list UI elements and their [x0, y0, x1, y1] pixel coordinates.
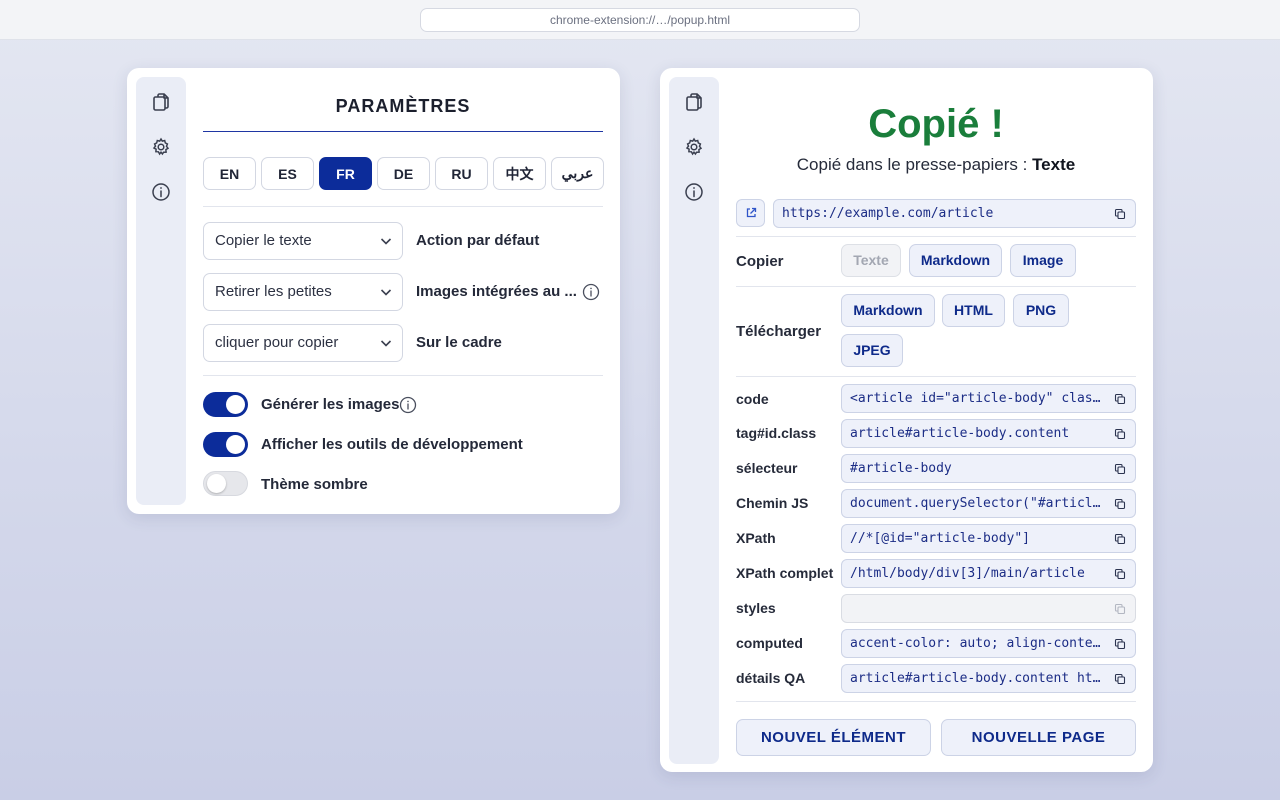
divider [203, 206, 603, 207]
info-icon[interactable] [582, 283, 600, 301]
lang-button-es[interactable]: ES [261, 157, 314, 190]
detail-label-styles: styles [736, 600, 776, 616]
detail-field-xpath[interactable]: //*[@id="article-body"] [841, 524, 1136, 553]
external-link-icon [746, 207, 757, 218]
divider [736, 236, 1136, 237]
success-title: Copié ! [868, 102, 1004, 146]
download-jpeg-button[interactable]: JPEG [841, 334, 903, 367]
title-underline [203, 131, 603, 132]
divider [736, 376, 1136, 377]
language-selector: EN ES FR DE RU 中文 عربي [203, 157, 604, 190]
copy-icon[interactable] [1114, 673, 1126, 685]
frame-click-select[interactable]: cliquer pour copier [203, 324, 403, 362]
side-rail [669, 77, 719, 764]
copied-format: Texte [1032, 155, 1076, 174]
select-value: Copier le texte [215, 232, 312, 249]
copied-subtitle: Copié dans le presse-papiers : Texte [796, 155, 1076, 174]
detail-field-styles[interactable] [841, 594, 1136, 623]
divider [736, 286, 1136, 287]
divider [203, 375, 603, 376]
select-value: Retirer les petites [215, 283, 332, 300]
gear-icon[interactable] [684, 137, 704, 157]
dev-tools-toggle[interactable] [203, 432, 248, 457]
copy-icon[interactable] [151, 92, 171, 112]
copy-icon[interactable] [1114, 463, 1126, 475]
page-title: PARAMÈTRES [335, 96, 471, 116]
info-icon[interactable] [151, 182, 171, 202]
chevron-down-icon [380, 289, 392, 296]
copy-icon[interactable] [1114, 498, 1126, 510]
detail-field-tag[interactable]: article#article-body.content [841, 419, 1136, 448]
divider [736, 701, 1136, 702]
copy-icon[interactable] [1114, 428, 1126, 440]
detail-label-qa: détails QA [736, 670, 806, 686]
download-markdown-button[interactable]: Markdown [841, 294, 935, 327]
copy-label: Copier [736, 253, 784, 270]
detail-field-js-path[interactable]: document.querySelector("#article-body") [841, 489, 1136, 518]
copy-icon[interactable] [1114, 393, 1126, 405]
address-bar[interactable]: chrome-extension://…/popup.html [420, 8, 860, 32]
download-html-button[interactable]: HTML [942, 294, 1005, 327]
detail-label-selector: sélecteur [736, 460, 798, 476]
dev-tools-label: Afficher les outils de développement [261, 436, 523, 453]
lang-button-en[interactable]: EN [203, 157, 256, 190]
detail-label-js-path: Chemin JS [736, 495, 809, 511]
detail-label-code: code [736, 391, 769, 407]
detail-label-tag: tag#id.class [736, 425, 817, 441]
info-icon[interactable] [399, 396, 417, 414]
detail-label-full-xpath: XPath complet [736, 565, 834, 581]
detail-field-qa[interactable]: article#article-body.content https://exa… [841, 664, 1136, 693]
download-png-button[interactable]: PNG [1013, 294, 1069, 327]
download-label: Télécharger [736, 323, 822, 340]
new-page-button[interactable]: NOUVELLE PAGE [941, 719, 1136, 756]
copy-text-button[interactable]: Texte [841, 244, 901, 277]
default-action-label: Action par défaut [416, 232, 540, 249]
embedded-images-select[interactable]: Retirer les petites [203, 273, 403, 311]
detail-label-computed: computed [736, 635, 803, 651]
gear-icon[interactable] [151, 137, 171, 157]
copy-image-button[interactable]: Image [1010, 244, 1076, 277]
default-action-select[interactable]: Copier le texte [203, 222, 403, 260]
info-icon[interactable] [684, 182, 704, 202]
browser-toolbar: chrome-extension://…/popup.html [0, 0, 1280, 40]
embedded-images-label: Images intégrées au ... [416, 283, 577, 300]
lang-button-fr[interactable]: FR [319, 157, 372, 190]
select-value: cliquer pour copier [215, 334, 339, 351]
copy-icon[interactable] [1114, 638, 1126, 650]
dark-theme-toggle[interactable] [203, 471, 248, 496]
detail-field-full-xpath[interactable]: /html/body/div[3]/main/article [841, 559, 1136, 588]
chevron-down-icon [380, 238, 392, 245]
lang-button-ar[interactable]: عربي [551, 157, 604, 190]
url-field[interactable]: https://example.com/article [773, 199, 1136, 228]
lang-button-zh[interactable]: 中文 [493, 157, 546, 190]
dark-theme-label: Thème sombre [261, 476, 368, 493]
chevron-down-icon [380, 340, 392, 347]
detail-field-computed[interactable]: accent-color: auto; align-content: norma… [841, 629, 1136, 658]
copy-icon[interactable] [1114, 568, 1126, 580]
lang-button-de[interactable]: DE [377, 157, 430, 190]
copy-icon[interactable] [1114, 208, 1126, 220]
generate-images-toggle[interactable] [203, 392, 248, 417]
detail-label-xpath: XPath [736, 530, 776, 546]
settings-panel: PARAMÈTRES EN ES FR DE RU 中文 عربي Copier… [127, 68, 620, 514]
copy-icon[interactable] [1114, 603, 1126, 615]
detail-field-code[interactable]: <article id="article-body" class="conten… [841, 384, 1136, 413]
copy-markdown-button[interactable]: Markdown [909, 244, 1002, 277]
lang-button-ru[interactable]: RU [435, 157, 488, 190]
result-panel: Copié ! Copié dans le presse-papiers : T… [660, 68, 1153, 772]
open-link-button[interactable] [736, 199, 765, 227]
generate-images-label: Générer les images [261, 396, 400, 413]
detail-field-selector[interactable]: #article-body [841, 454, 1136, 483]
copy-icon[interactable] [684, 92, 704, 112]
side-rail [136, 77, 186, 505]
new-element-button[interactable]: NOUVEL ÉLÉMENT [736, 719, 931, 756]
copy-icon[interactable] [1114, 533, 1126, 545]
frame-click-label: Sur le cadre [416, 334, 502, 351]
